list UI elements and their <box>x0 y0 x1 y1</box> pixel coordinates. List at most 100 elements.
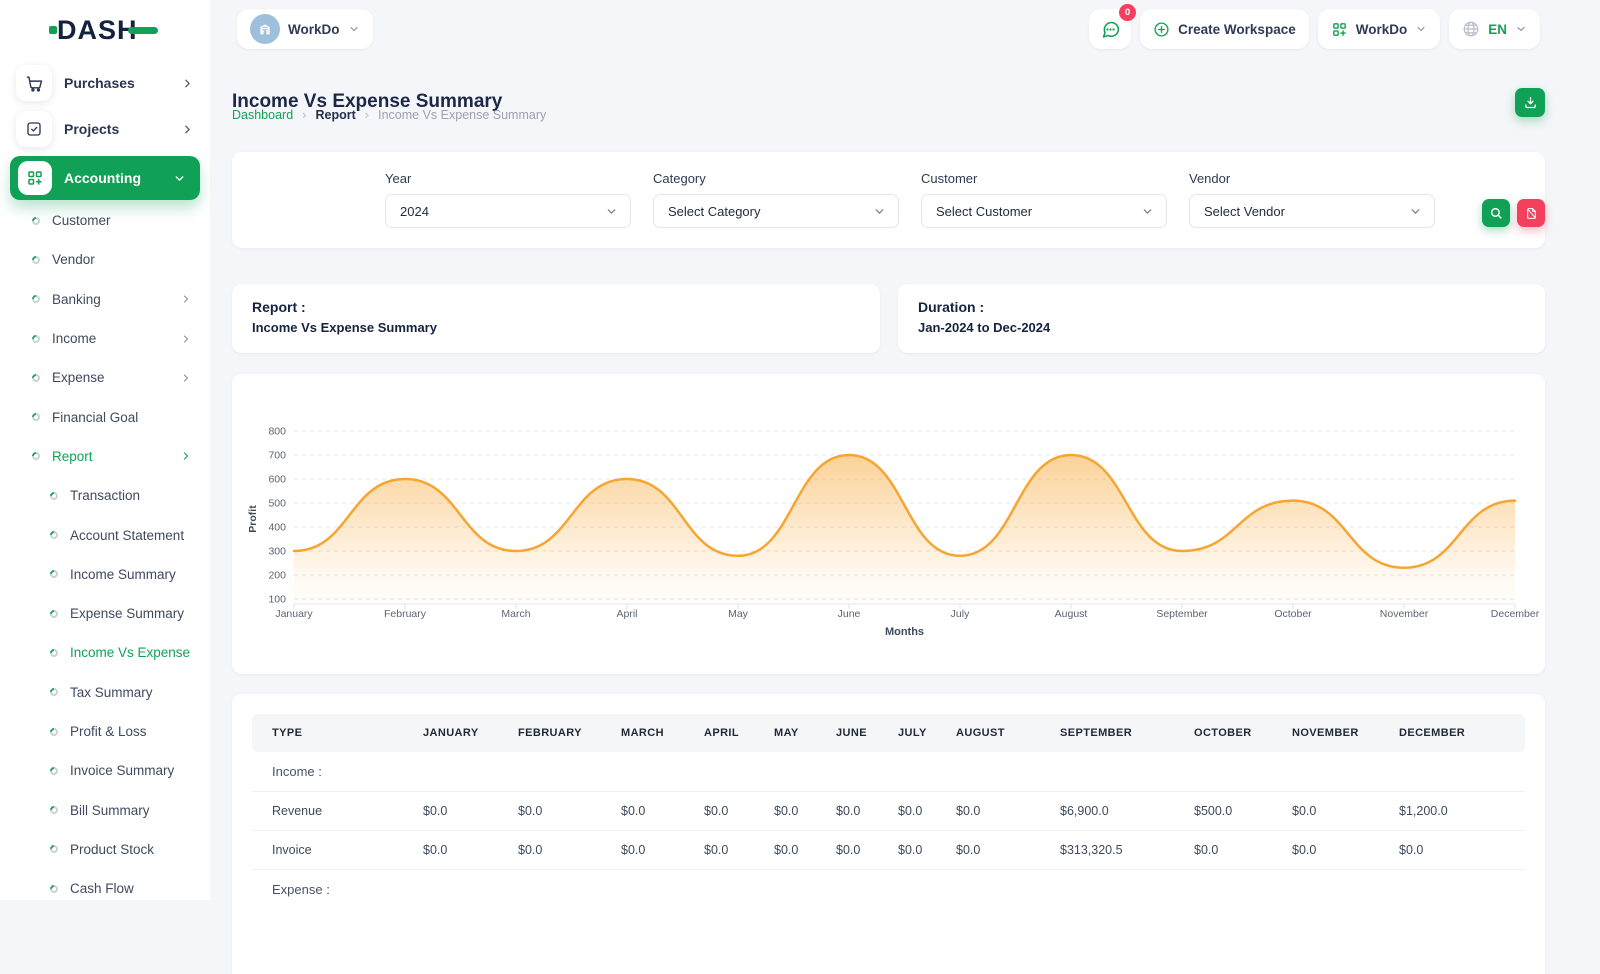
table-row: Revenue$0.0$0.0$0.0$0.0$0.0$0.0$0.0$0.0$… <box>252 792 1525 831</box>
sidebar-item-banking[interactable]: Banking <box>0 280 210 319</box>
sidebar-item-report[interactable]: Report <box>0 437 210 476</box>
svg-text:200: 200 <box>268 570 286 582</box>
download-button[interactable] <box>1515 88 1545 117</box>
column-header-march: MARCH <box>615 714 698 752</box>
table-cell: $0.0 <box>768 831 830 870</box>
sidebar-item-label: Accounting <box>64 170 161 186</box>
column-header-january: JANUARY <box>417 714 512 752</box>
svg-text:300: 300 <box>268 546 286 558</box>
breadcrumb-separator-icon: › <box>365 107 369 122</box>
breadcrumb: Dashboard › Report › Income Vs Expense Summa… <box>232 107 546 122</box>
breadcrumb-separator-icon: › <box>302 107 306 122</box>
sidebar-item-profit-loss[interactable]: Profit & Loss <box>0 712 210 751</box>
duration-card-title: Duration : <box>918 299 1525 315</box>
table-cell: $0.0 <box>1188 831 1286 870</box>
income-expense-table-card: TYPEJANUARYFEBRUARYMARCHAPRILMAYJUNEJULY… <box>232 694 1545 974</box>
column-header-november: NOVEMBER <box>1286 714 1393 752</box>
table-cell: $0.0 <box>1393 831 1525 870</box>
filter-field: Category Select Category <box>653 171 899 248</box>
apply-filter-button[interactable] <box>1482 199 1510 227</box>
sidebar-subitem-label: Expense <box>52 370 168 385</box>
sidebar-subitem-label: Account Statement <box>70 528 192 543</box>
filter-label: Category <box>653 171 899 186</box>
bullet-icon <box>48 804 59 815</box>
table-cell: $0.0 <box>950 831 1054 870</box>
logo-accent-dot <box>49 26 57 34</box>
duration-card-value: Jan-2024 to Dec-2024 <box>918 320 1525 335</box>
filter-label: Vendor <box>1189 171 1435 186</box>
table-cell: $0.0 <box>417 831 512 870</box>
filter-field: Customer Select Customer <box>921 171 1167 248</box>
table-header-row: TYPEJANUARYFEBRUARYMARCHAPRILMAYJUNEJULY… <box>252 714 1525 752</box>
sidebar-item-expense[interactable]: Expense <box>0 358 210 397</box>
sidebar-item-purchases[interactable]: Purchases <box>0 60 210 106</box>
table-cell: $0.0 <box>830 792 892 831</box>
chevron-down-icon <box>1141 205 1154 218</box>
svg-text:700: 700 <box>268 450 286 462</box>
profit-area-chart: 100200300400500600700800JanuaryFebruaryM… <box>232 374 1545 674</box>
sidebar-item-accounting[interactable]: Accounting <box>10 156 200 200</box>
sidebar-item-financial-goal[interactable]: Financial Goal <box>0 397 210 436</box>
table-cell: $1,200.0 <box>1393 792 1525 831</box>
sidebar-item-product-stock[interactable]: Product Stock <box>0 830 210 869</box>
svg-text:Profit: Profit <box>247 505 259 533</box>
svg-text:400: 400 <box>268 522 286 534</box>
sidebar-item-income-summary[interactable]: Income Summary <box>0 555 210 594</box>
breadcrumb-income-vs-expense-summary: Income Vs Expense Summary <box>378 108 546 122</box>
select-category[interactable]: Select Category <box>653 194 899 228</box>
table-row: Invoice$0.0$0.0$0.0$0.0$0.0$0.0$0.0$0.0$… <box>252 831 1525 870</box>
sidebar-item-projects[interactable]: Projects <box>0 106 210 152</box>
table-cell: $0.0 <box>1286 831 1393 870</box>
brand-logo[interactable]: DASH <box>0 0 210 60</box>
svg-text:March: March <box>501 608 530 620</box>
chevron-right-icon <box>180 293 192 305</box>
svg-text:August: August <box>1055 608 1088 620</box>
table-cell: $0.0 <box>950 792 1054 831</box>
logo-accent-bar <box>128 27 158 34</box>
income-vs-expense-chart-card: 100200300400500600700800JanuaryFebruaryM… <box>232 374 1545 674</box>
svg-text:Months: Months <box>885 626 924 638</box>
tasks-icon <box>16 111 52 147</box>
report-summary-card: Report : Income Vs Expense Summary <box>232 284 880 353</box>
select-vendor[interactable]: Select Vendor <box>1189 194 1435 228</box>
sidebar-item-cash-flow[interactable]: Cash Flow <box>0 869 210 908</box>
sidebar-item-vendor[interactable]: Vendor <box>0 240 210 279</box>
reset-filter-button[interactable] <box>1517 199 1545 227</box>
report-card-value: Income Vs Expense Summary <box>252 320 860 335</box>
search-icon <box>1489 206 1503 220</box>
sidebar-subitem-label: Income Vs Expense <box>70 645 192 660</box>
sidebar-subitem-label: Cash Flow <box>70 881 192 896</box>
sidebar-item-income-vs-expense[interactable]: Income Vs Expense <box>0 633 210 672</box>
breadcrumb-dashboard[interactable]: Dashboard <box>232 108 293 122</box>
table-cell: $0.0 <box>512 792 615 831</box>
chevron-right-icon <box>180 372 192 384</box>
breadcrumb-report[interactable]: Report <box>316 108 356 122</box>
select-customer[interactable]: Select Customer <box>921 194 1167 228</box>
sidebar-subitem-label: Bill Summary <box>70 803 192 818</box>
sidebar-item-expense-summary[interactable]: Expense Summary <box>0 594 210 633</box>
sidebar-item-invoice-summary[interactable]: Invoice Summary <box>0 751 210 790</box>
select-year[interactable]: 2024 <box>385 194 631 228</box>
table-cell: $0.0 <box>512 831 615 870</box>
column-header-june: JUNE <box>830 714 892 752</box>
column-header-october: OCTOBER <box>1188 714 1286 752</box>
bullet-icon <box>48 529 59 540</box>
column-header-type: TYPE <box>252 714 417 752</box>
sidebar-item-account-statement[interactable]: Account Statement <box>0 515 210 554</box>
svg-text:500: 500 <box>268 498 286 510</box>
sidebar-item-income[interactable]: Income <box>0 319 210 358</box>
chart-svg: 100200300400500600700800JanuaryFebruaryM… <box>232 374 1545 674</box>
logo-text: DASH <box>57 15 138 46</box>
table-cell: $0.0 <box>830 831 892 870</box>
chevron-right-icon <box>180 450 192 462</box>
sidebar-item-customer[interactable]: Customer <box>0 201 210 240</box>
table-cell: $0.0 <box>615 831 698 870</box>
bullet-icon <box>30 215 41 226</box>
sidebar-item-bill-summary[interactable]: Bill Summary <box>0 790 210 829</box>
sidebar-item-tax-summary[interactable]: Tax Summary <box>0 673 210 712</box>
main-content: Income Vs Expense Summary Dashboard › Repo… <box>210 0 1600 900</box>
filter-actions <box>1482 199 1545 248</box>
filter-selected-value: 2024 <box>400 204 429 219</box>
sidebar-item-transaction[interactable]: Transaction <box>0 476 210 515</box>
table-cell: $0.0 <box>698 792 768 831</box>
